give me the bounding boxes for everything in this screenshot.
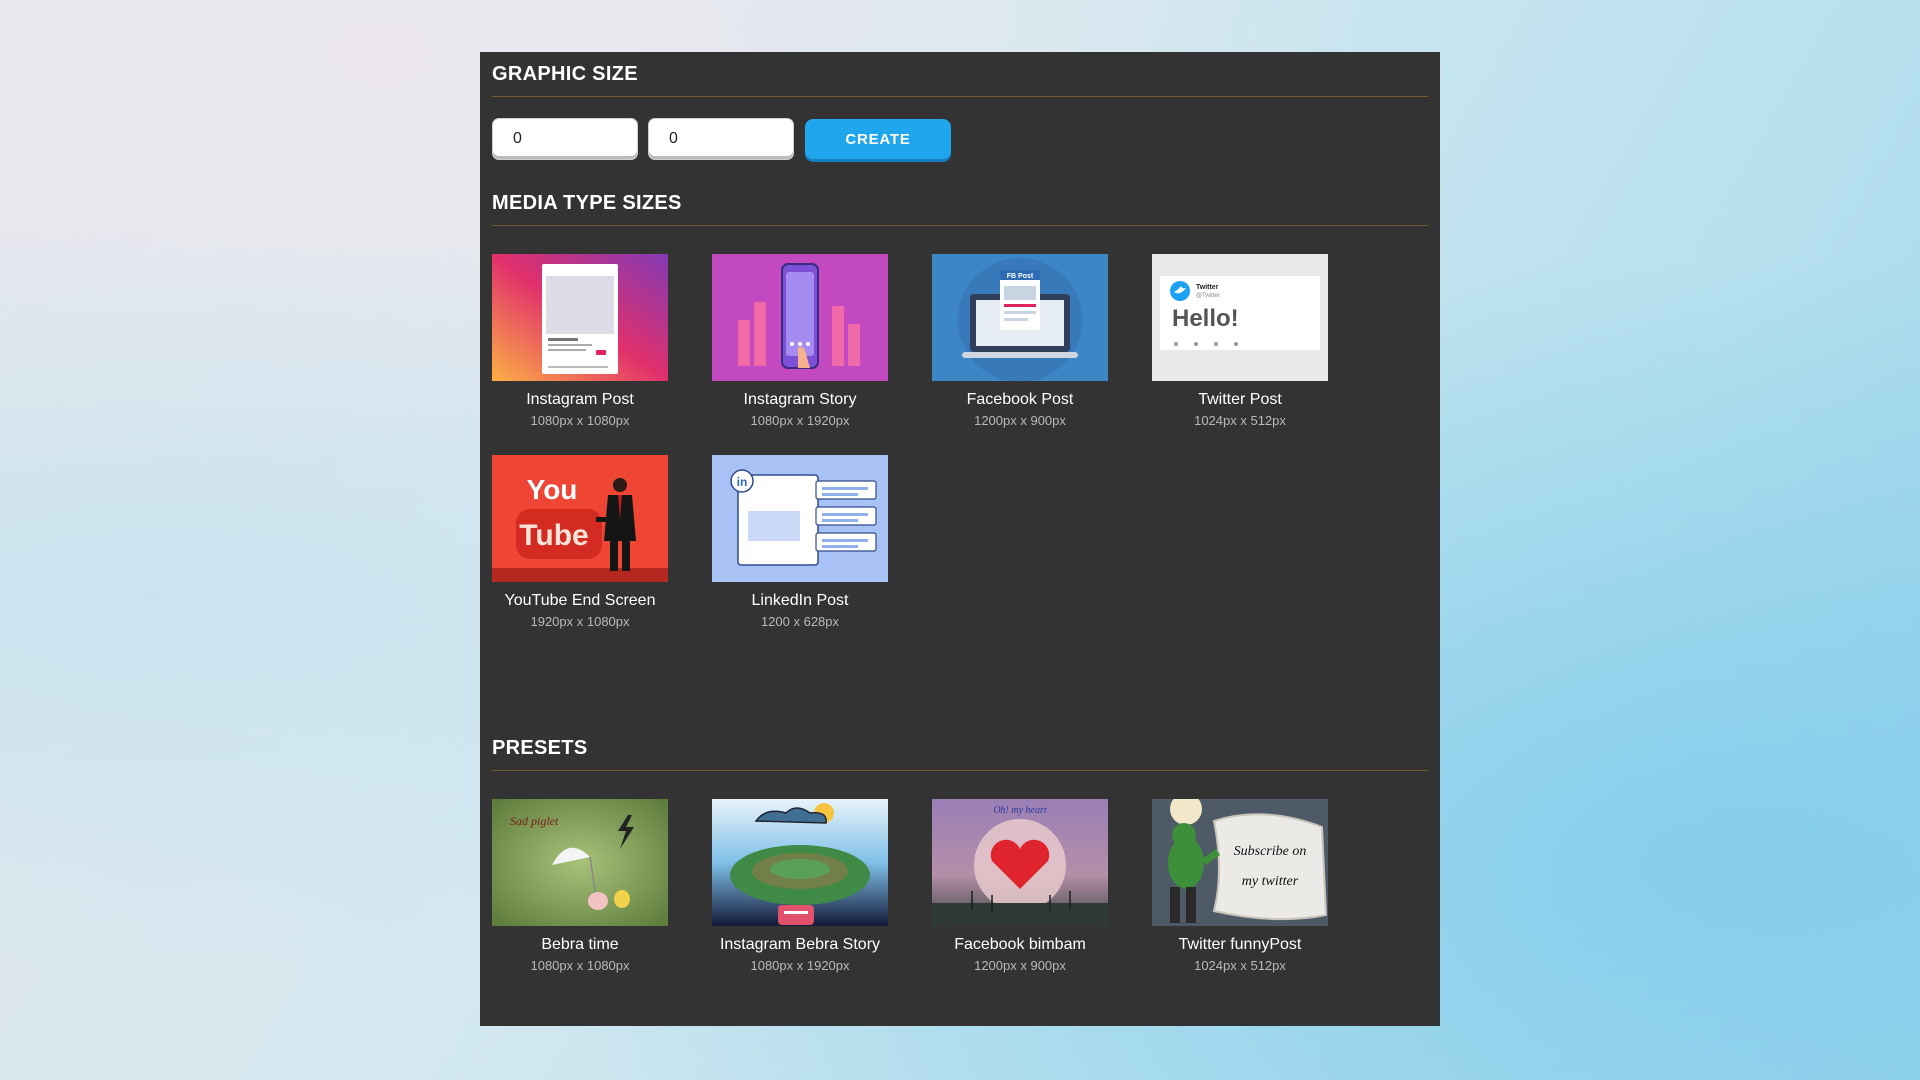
linkedin-thumb-logo: in	[737, 475, 748, 489]
instagram-story-thumbnail	[712, 254, 888, 381]
media-card-name: Facebook Post	[966, 391, 1074, 408]
facebook-post-thumbnail: FB Post	[932, 254, 1108, 381]
bimbam-thumb-text: Oh! my heart	[993, 805, 1047, 816]
preset-card-size: 1080px x 1080px	[530, 958, 630, 973]
media-card-size: 1080px x 1080px	[530, 413, 630, 428]
twitter-post-thumbnail: Twitter @Twitter Hello!	[1152, 254, 1328, 381]
facebook-bimbam-thumbnail: Oh! my heart	[932, 799, 1108, 926]
media-card-linkedin-post[interactable]: in LinkedIn Post 1200 x 628px	[712, 455, 888, 630]
bebra-thumb-text: Sad piglet	[510, 814, 559, 828]
preset-card-name: Twitter funnyPost	[1178, 936, 1302, 953]
linkedin-post-thumbnail: in	[712, 455, 888, 582]
youtube-thumb-you: You	[527, 474, 578, 505]
preset-card-bebra-time[interactable]: Sad piglet Bebra time 1080px x 1080px	[492, 799, 668, 974]
height-input[interactable]	[648, 118, 794, 160]
media-type-grid: Instagram Post 1080px x 1080px Instagram…	[492, 226, 1428, 630]
graphic-size-controls: CREATE	[492, 97, 1428, 181]
preset-card-size: 1024px x 512px	[1194, 958, 1286, 973]
width-input[interactable]	[492, 118, 638, 160]
media-card-name: Twitter Post	[1198, 391, 1282, 408]
preset-card-twitter-funnypost[interactable]: Subscribe on my twitter Twitter funnyPos…	[1152, 799, 1328, 974]
presets-grid: Sad piglet Bebra time 1080px x 1080px In…	[492, 771, 1428, 974]
presets-title: PRESETS	[492, 726, 1428, 771]
preset-card-name: Facebook bimbam	[954, 936, 1086, 953]
media-card-twitter-post[interactable]: Twitter @Twitter Hello! Twitter Post 102…	[1152, 254, 1328, 429]
graphic-size-title: GRAPHIC SIZE	[492, 52, 1428, 97]
media-card-instagram-post[interactable]: Instagram Post 1080px x 1080px	[492, 254, 668, 429]
media-type-sizes-title: MEDIA TYPE SIZES	[492, 181, 1428, 226]
media-card-size: 1920px x 1080px	[530, 614, 630, 629]
instagram-post-thumbnail	[492, 254, 668, 381]
media-card-name: Instagram Story	[743, 391, 857, 408]
media-card-name: YouTube End Screen	[504, 592, 656, 609]
instagram-bebra-story-thumbnail	[712, 799, 888, 926]
media-card-facebook-post[interactable]: FB Post Facebook Post 1200px x 900px	[932, 254, 1108, 429]
media-card-size: 1024px x 512px	[1194, 413, 1286, 428]
funnypost-thumb-line2: my twitter	[1242, 874, 1299, 889]
media-card-youtube-end-screen[interactable]: You Tube YouTube End Screen 1920px x 108…	[492, 455, 668, 630]
media-type-sizes-section: MEDIA TYPE SIZES Instagram Post 1080px x…	[492, 181, 1428, 726]
media-card-size: 1200px x 900px	[974, 413, 1066, 428]
preset-card-size: 1080px x 1920px	[750, 958, 850, 973]
funnypost-thumb-line1: Subscribe on	[1234, 844, 1307, 859]
twitter-thumb-handle: @Twitter	[1196, 293, 1220, 299]
preset-card-facebook-bimbam[interactable]: Oh! my heart Facebook bimbam 1200px x 90…	[932, 799, 1108, 974]
preset-card-size: 1200px x 900px	[974, 958, 1066, 973]
media-card-instagram-story[interactable]: Instagram Story 1080px x 1920px	[712, 254, 888, 429]
youtube-end-screen-thumbnail: You Tube	[492, 455, 668, 582]
graphic-size-section: GRAPHIC SIZE CREATE	[492, 52, 1428, 181]
media-card-size: 1200 x 628px	[760, 614, 840, 629]
media-card-name: Instagram Post	[526, 391, 634, 408]
media-card-name: LinkedIn Post	[751, 592, 849, 609]
preset-card-name: Instagram Bebra Story	[719, 936, 881, 953]
bebra-time-thumbnail: Sad piglet	[492, 799, 668, 926]
presets-section: PRESETS Sad piglet Bebra time 1080px x 1…	[492, 726, 1428, 974]
facebook-thumb-label: FB Post	[1007, 273, 1034, 280]
twitter-thumb-text: Hello!	[1172, 305, 1239, 332]
media-card-size: 1080px x 1920px	[750, 413, 850, 428]
twitter-funnypost-thumbnail: Subscribe on my twitter	[1152, 799, 1328, 926]
preset-card-name: Bebra time	[541, 936, 619, 953]
editor-panel: GRAPHIC SIZE CREATE MEDIA TYPE SIZES	[480, 52, 1440, 1026]
create-button[interactable]: CREATE	[805, 119, 951, 159]
preset-card-instagram-bebra-story[interactable]: Instagram Bebra Story 1080px x 1920px	[712, 799, 888, 974]
youtube-thumb-tube: Tube	[519, 519, 588, 552]
twitter-thumb-brand: Twitter	[1196, 284, 1219, 291]
